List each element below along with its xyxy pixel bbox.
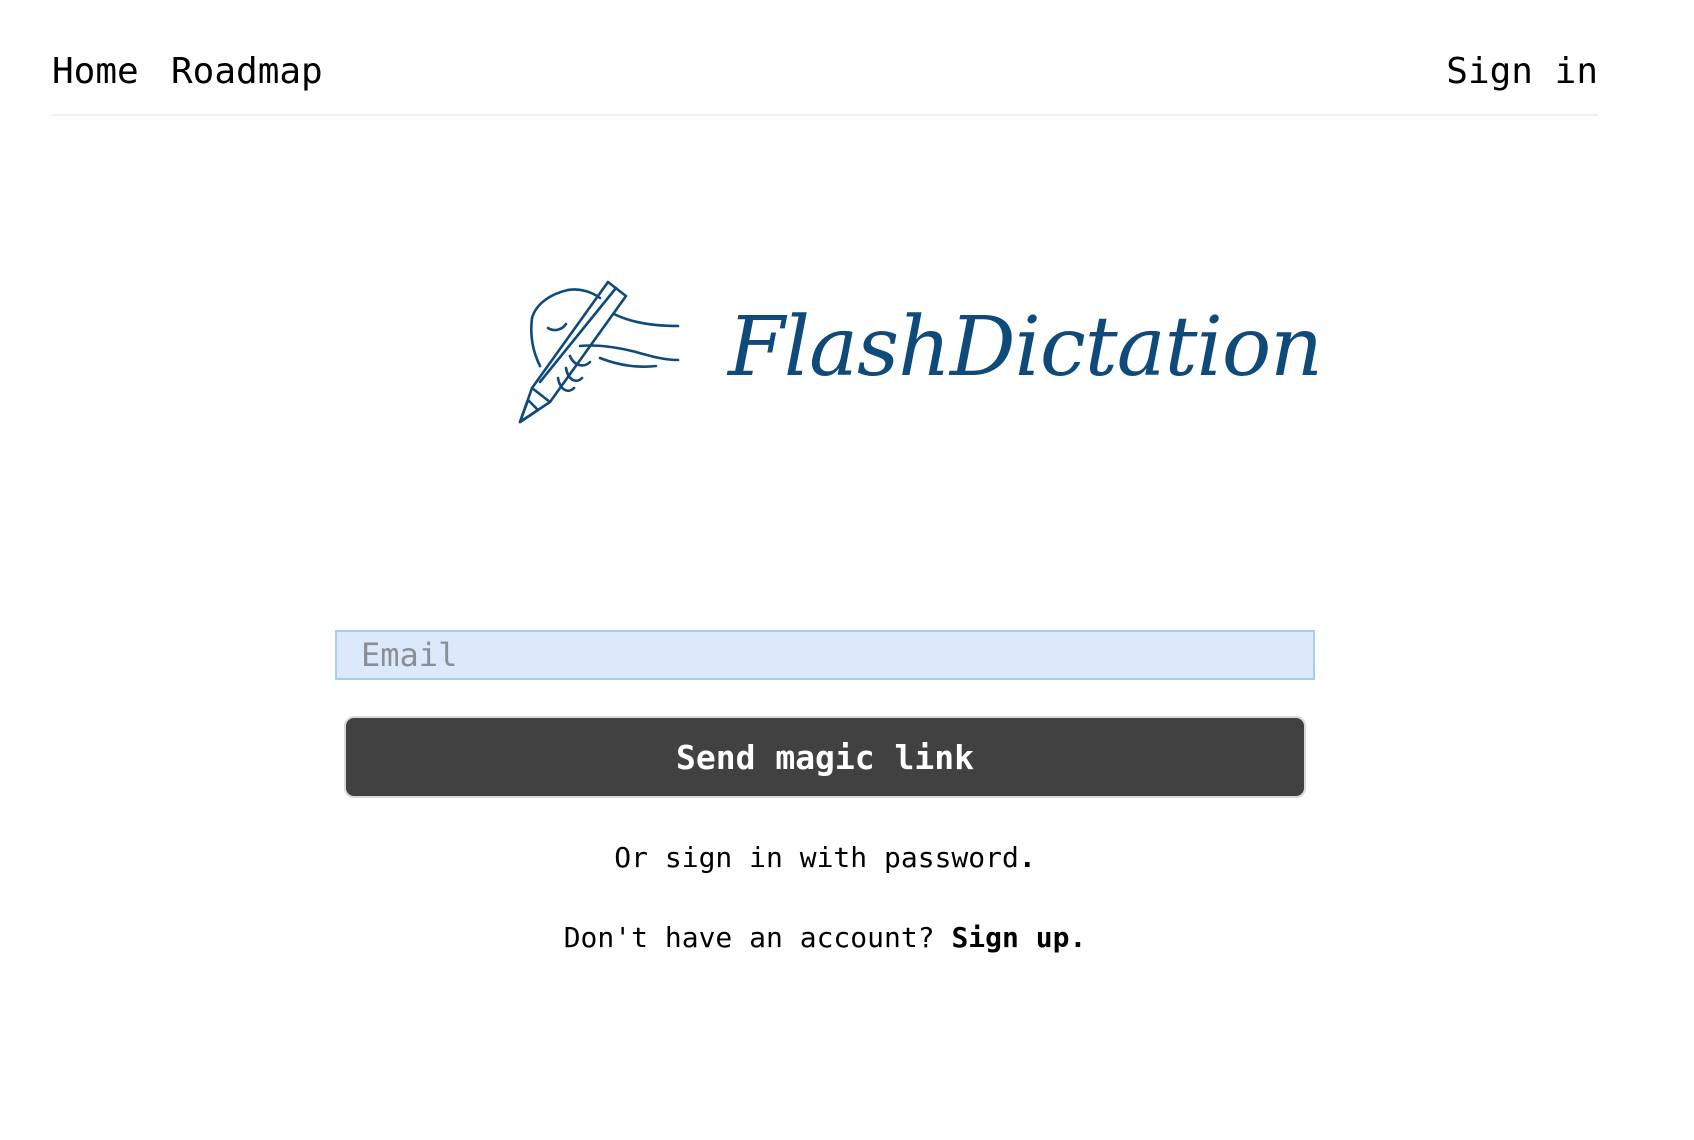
nav-roadmap-link[interactable]: Roadmap [171,50,323,94]
nav-signin-link[interactable]: Sign in [1446,50,1598,94]
password-signin-dot: . [1018,841,1036,874]
hand-writing-icon [518,280,680,424]
password-signin-link[interactable]: Or sign in with password. [614,841,1035,874]
email-field[interactable] [335,630,1315,680]
nav-home-link[interactable]: Home [52,50,139,94]
signup-link[interactable]: Sign up. [951,921,1086,954]
send-magic-link-button[interactable]: Send magic link [344,716,1306,798]
top-nav: Home Roadmap Sign in [52,0,1598,116]
password-signin-text: Or sign in with password [614,841,1019,874]
brand-logo: FlashDictation [510,270,1323,440]
password-signin-line: Or sign in with password. [0,840,1650,876]
signup-line: Don't have an account? Sign up. [0,920,1650,956]
signup-prompt: Don't have an account? [563,921,935,954]
brand-wordmark: FlashDictation [728,300,1323,395]
